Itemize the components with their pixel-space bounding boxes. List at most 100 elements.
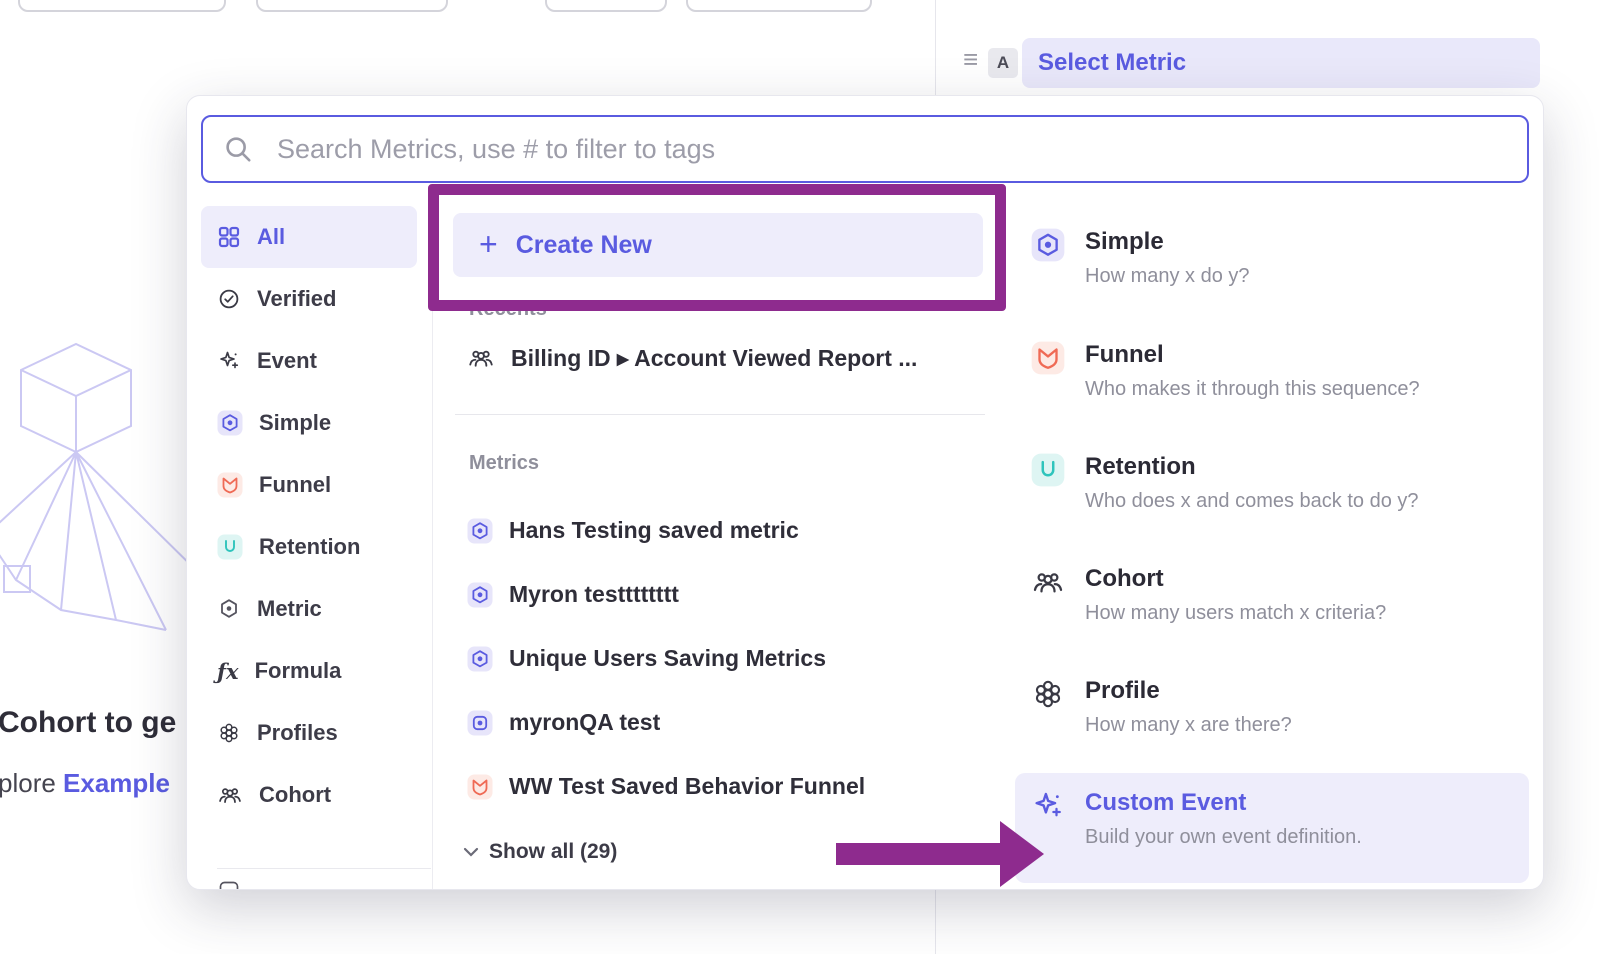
metric-list-item[interactable]: WW Test Saved Behavior Funnel xyxy=(467,773,865,800)
category-formula[interactable]: ƒx Formula xyxy=(201,640,417,702)
create-new-label: Create New xyxy=(516,231,652,260)
metric-search xyxy=(201,115,1529,183)
profiles-flower-icon xyxy=(217,721,241,745)
sidebar-divider xyxy=(217,868,431,869)
profiles-flower-icon xyxy=(1031,677,1065,711)
category-verified[interactable]: Verified xyxy=(201,268,417,330)
type-title: Simple xyxy=(1085,228,1250,256)
category-label: Verified xyxy=(257,286,336,312)
background-illustration xyxy=(0,330,211,660)
category-label: All xyxy=(257,224,285,250)
metrics-heading: Metrics xyxy=(469,452,539,475)
type-title: Cohort xyxy=(1085,565,1386,593)
event-sparkle-icon xyxy=(217,349,241,373)
select-metric-field[interactable]: Select Metric xyxy=(1022,38,1540,88)
drag-handle-icon[interactable]: ≡ xyxy=(963,46,978,72)
retention-icon xyxy=(217,534,243,560)
metric-item-label: Hans Testing saved metric xyxy=(509,517,799,544)
cohort-people-icon xyxy=(1031,565,1065,599)
saved-custom-event-icon xyxy=(467,710,493,736)
formula-icon: ƒx xyxy=(217,661,239,682)
type-funnel[interactable]: Funnel Who makes it through this sequence… xyxy=(1015,341,1515,401)
simple-metric-icon xyxy=(217,410,243,436)
type-desc: How many x do y? xyxy=(1085,265,1250,288)
grid-icon xyxy=(217,225,241,249)
type-desc: Who does x and comes back to do y? xyxy=(1085,490,1419,513)
type-title: Retention xyxy=(1085,453,1419,481)
type-profile[interactable]: Profile How many x are there? xyxy=(1015,677,1515,737)
template-icon xyxy=(217,879,241,890)
type-simple[interactable]: Simple How many x do y? xyxy=(1015,228,1515,288)
type-title: Profile xyxy=(1085,677,1292,705)
example-link[interactable]: Example xyxy=(63,768,170,798)
create-new-button[interactable]: + Create New xyxy=(453,213,983,277)
range-12m-button[interactable]: 12M xyxy=(20,0,122,10)
show-all-button[interactable]: Show all (29) xyxy=(463,840,617,864)
funnel-icon xyxy=(467,774,493,800)
category-label: Funnel xyxy=(259,472,331,498)
section-divider xyxy=(455,414,985,415)
show-all-label: Show all (29) xyxy=(489,840,617,864)
search-icon xyxy=(223,134,253,164)
search-input[interactable] xyxy=(275,133,1507,166)
category-retention[interactable]: Retention xyxy=(201,516,417,578)
saved-metric-icon xyxy=(467,646,493,672)
compare-button[interactable]: Compare xyxy=(256,0,448,12)
metric-item-label: Unique Users Saving Metrics xyxy=(509,645,826,672)
interval-day-button[interactable]: Day xyxy=(545,0,667,12)
plus-icon: + xyxy=(479,228,498,260)
saved-metric-icon xyxy=(217,597,241,621)
chevron-down-icon xyxy=(463,847,479,858)
simple-metric-icon xyxy=(1031,228,1065,262)
saved-metric-icon xyxy=(467,518,493,544)
cohort-people-icon xyxy=(217,782,243,808)
saved-metric-icon xyxy=(467,582,493,608)
category-label: Retention xyxy=(259,534,360,560)
category-cohort[interactable]: Cohort xyxy=(201,764,417,826)
type-desc: How many users match x criteria? xyxy=(1085,602,1386,625)
cohort-people-icon xyxy=(467,344,495,372)
category-simple[interactable]: Simple xyxy=(201,392,417,454)
range-ytd-button[interactable]: YTD xyxy=(122,0,224,10)
metric-list-item[interactable]: Myron testttttttt xyxy=(467,581,679,608)
background-headline-fragment: Cohort to ge xyxy=(0,706,176,740)
metric-item-label: WW Test Saved Behavior Funnel xyxy=(509,773,865,800)
type-custom-event[interactable]: Custom EventBuild your own event definit… xyxy=(1015,773,1529,883)
category-label: Cohort xyxy=(259,782,331,808)
recent-item[interactable]: Billing ID ▸ Account Viewed Report ... xyxy=(467,344,917,372)
date-range-group: 12M YTD xyxy=(18,0,226,12)
funnel-icon xyxy=(1031,341,1065,375)
verified-icon xyxy=(217,287,241,311)
metric-list-item[interactable]: Unique Users Saving Metrics xyxy=(467,645,826,672)
type-title: Custom Event xyxy=(1085,789,1362,817)
type-retention[interactable]: Retention Who does x and comes back to do… xyxy=(1015,453,1515,513)
chart-type-line-button[interactable]: Line xyxy=(686,0,872,12)
type-title: Funnel xyxy=(1085,341,1420,369)
retention-icon xyxy=(1031,453,1065,487)
category-profiles[interactable]: Profiles xyxy=(201,702,417,764)
recent-item-label: Billing ID ▸ Account Viewed Report ... xyxy=(511,345,917,372)
explore-prefix: plore xyxy=(0,768,63,798)
type-cohort[interactable]: Cohort How many users match x criteria? xyxy=(1015,565,1515,625)
select-metric-label: Select Metric xyxy=(1038,49,1186,77)
category-all[interactable]: All xyxy=(201,206,417,268)
category-funnel[interactable]: Funnel xyxy=(201,454,417,516)
metric-picker-modal: All Verified Event Simple Funnel xyxy=(186,95,1544,890)
category-event[interactable]: Event xyxy=(201,330,417,392)
category-label: Metric xyxy=(257,596,322,622)
metric-item-label: Myron testttttttt xyxy=(509,581,679,608)
category-label: Event xyxy=(257,348,317,374)
metric-item-label: myronQA test xyxy=(509,709,660,736)
metric-list-item[interactable]: Hans Testing saved metric xyxy=(467,517,799,544)
category-metric[interactable]: Metric xyxy=(201,578,417,640)
funnel-icon xyxy=(217,472,243,498)
background-explore-text: plore Example xyxy=(0,768,170,799)
category-sidebar: All Verified Event Simple Funnel xyxy=(201,206,433,890)
type-desc: How many x are there? xyxy=(1085,714,1292,737)
metric-list-item[interactable]: myronQA test xyxy=(467,709,660,736)
sidebar-item-partial[interactable] xyxy=(217,879,241,890)
series-a-chip: A xyxy=(988,48,1018,78)
type-desc: Who makes it through this sequence? xyxy=(1085,378,1420,401)
category-label: Formula xyxy=(255,658,342,684)
custom-event-sparkle-icon xyxy=(1031,789,1065,823)
